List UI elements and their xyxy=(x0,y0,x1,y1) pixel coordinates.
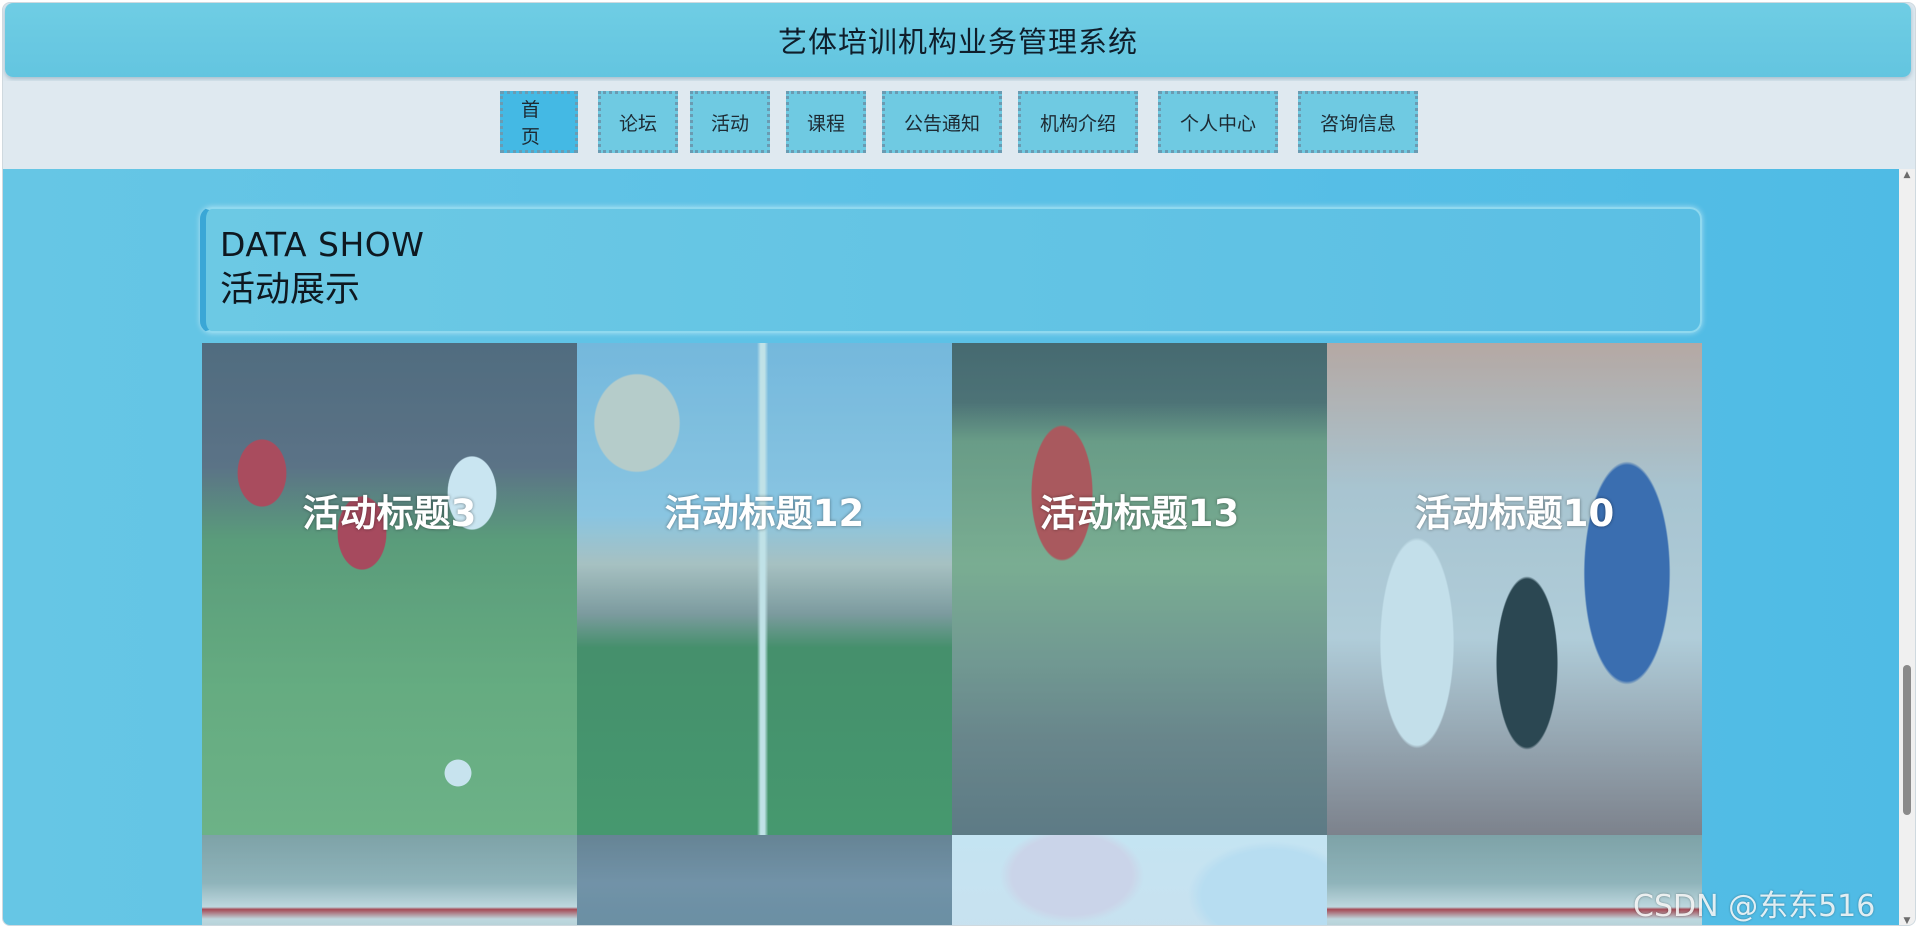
nav-item-home[interactable]: 首页 xyxy=(500,91,578,153)
main-nav: 首页 论坛 活动 课程 公告通知 机构介绍 个人中心 咨询信息 xyxy=(3,81,1915,169)
activity-title: 活动标题13 xyxy=(1039,492,1240,535)
section-header: DATA SHOW 活动展示 xyxy=(200,207,1702,333)
section-title-cn: 活动展示 xyxy=(220,270,361,310)
nav-item-about[interactable]: 机构介绍 xyxy=(1018,91,1138,153)
nav-label: 首页 xyxy=(521,99,541,148)
activity-card[interactable]: 活动标题3 xyxy=(202,343,577,835)
scroll-down-icon[interactable]: ▼ xyxy=(1899,915,1915,925)
nav-label: 公告通知 xyxy=(903,112,980,135)
activity-card[interactable]: 活动标题12 xyxy=(577,343,952,835)
scroll-up-icon[interactable]: ▲ xyxy=(1899,169,1915,181)
nav-label: 咨询信息 xyxy=(1319,112,1396,135)
activity-title: 活动标题10 xyxy=(1414,492,1615,535)
nav-label: 课程 xyxy=(807,112,846,135)
nav-item-announcements[interactable]: 公告通知 xyxy=(882,91,1002,153)
nav-item-forum[interactable]: 论坛 xyxy=(598,91,678,153)
activity-card[interactable] xyxy=(952,835,1327,925)
activity-title: 活动标题12 xyxy=(664,492,865,535)
watermark: CSDN @东东516 xyxy=(1633,889,1876,924)
page-header: 艺体培训机构业务管理系统 xyxy=(5,3,1911,77)
nav-label: 机构介绍 xyxy=(1039,112,1116,135)
activity-card[interactable]: 活动标题10 xyxy=(1327,343,1702,835)
nav-item-profile[interactable]: 个人中心 xyxy=(1158,91,1278,153)
vertical-scrollbar[interactable]: ▲ ▼ xyxy=(1899,169,1915,925)
activity-card[interactable] xyxy=(577,835,952,925)
nav-label: 论坛 xyxy=(619,112,658,135)
activity-title: 活动标题3 xyxy=(302,492,477,535)
scrollbar-thumb[interactable] xyxy=(1903,665,1911,815)
nav-item-courses[interactable]: 课程 xyxy=(786,91,866,153)
main-content: DATA SHOW 活动展示 活动标题3 活动标题12 活动标题13 活动标题1… xyxy=(3,169,1899,925)
section-title-en: DATA SHOW xyxy=(220,225,425,264)
site-title: 艺体培训机构业务管理系统 xyxy=(777,25,1138,59)
nav-item-activities[interactable]: 活动 xyxy=(690,91,770,153)
nav-item-inquiries[interactable]: 咨询信息 xyxy=(1298,91,1418,153)
nav-label: 活动 xyxy=(711,112,750,135)
activity-card[interactable] xyxy=(202,835,577,925)
nav-label: 个人中心 xyxy=(1179,112,1256,135)
app-window: 艺体培训机构业务管理系统 首页 论坛 活动 课程 公告通知 机构介绍 个人中心 … xyxy=(2,2,1916,926)
activity-card[interactable]: 活动标题13 xyxy=(952,343,1327,835)
